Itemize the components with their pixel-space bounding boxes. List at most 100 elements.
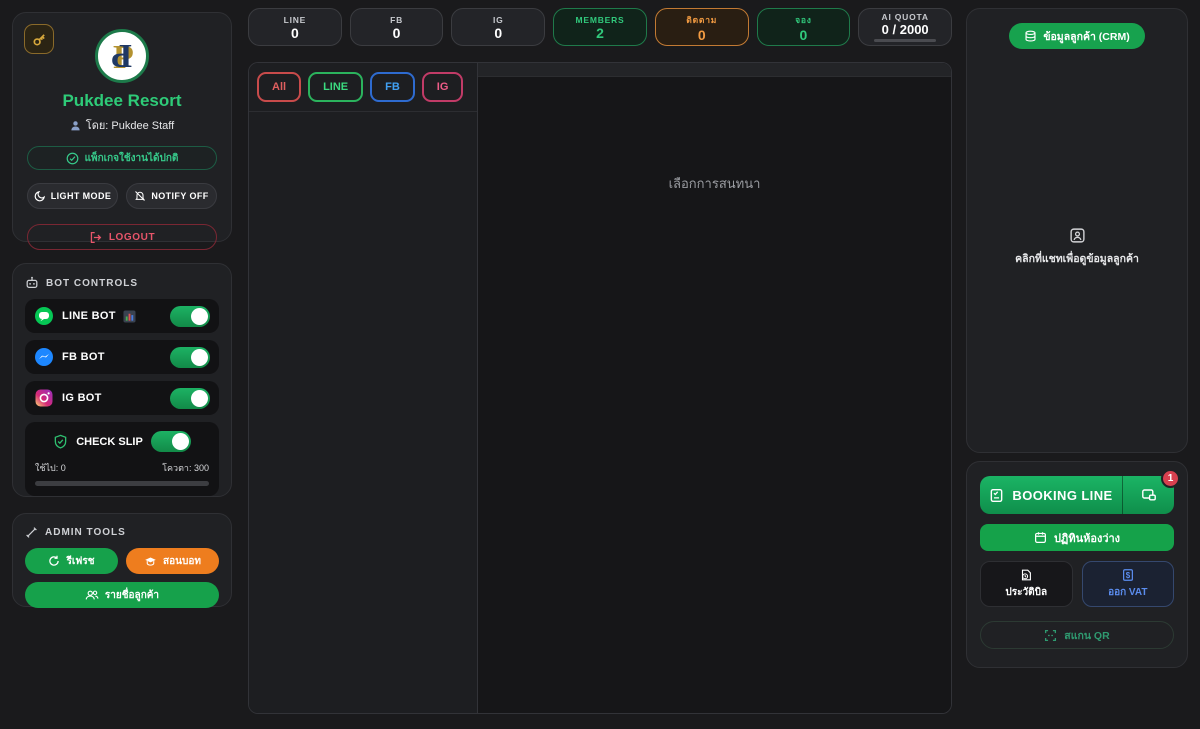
bot-controls-title: BOT CONTROLS: [46, 278, 138, 289]
light-mode-button[interactable]: LIGHT MODE: [27, 183, 118, 209]
stat-followups: ติดตาม 0: [655, 8, 749, 46]
fb-bot-row: FB BOT: [25, 340, 219, 374]
train-bot-label: สอนบอท: [163, 554, 201, 569]
check-slip-label: CHECK SLIP: [76, 436, 143, 448]
booking-line-row: BOOKING LINE 1: [980, 476, 1174, 514]
scan-qr-button[interactable]: สแกน QR: [980, 621, 1174, 649]
robot-icon: [25, 276, 39, 290]
ledger-icon: [989, 488, 1004, 503]
bar-chart-icon: [123, 310, 136, 323]
fb-bot-toggle[interactable]: [170, 347, 210, 368]
user-icon: [70, 120, 81, 131]
chat-view: เลือกการสนทนา: [478, 63, 951, 713]
refresh-button[interactable]: รีเฟรช: [25, 548, 118, 574]
vat-button[interactable]: $ ออก VAT: [1082, 561, 1175, 607]
logout-icon: [89, 231, 102, 244]
check-slip-toggle[interactable]: [151, 431, 191, 452]
graduation-cap-icon: [144, 555, 157, 568]
notify-off-button[interactable]: NOTIFY OFF: [126, 183, 217, 209]
line-bot-toggle[interactable]: [170, 306, 210, 327]
tools-icon: [25, 526, 38, 539]
shield-check-icon: [53, 434, 68, 449]
check-circle-icon: [66, 152, 79, 165]
bot-controls-header: BOT CONTROLS: [25, 276, 219, 290]
stat-followups-value: 0: [698, 28, 706, 42]
stat-followups-label: ติดตาม: [686, 13, 717, 27]
admin-tools-header: ADMIN TOOLS: [25, 526, 219, 539]
slip-quota-text: โควตา: 300: [162, 461, 209, 475]
line-bot-row: LINE BOT: [25, 299, 219, 333]
database-icon: [1024, 30, 1037, 43]
bell-off-icon: [134, 190, 146, 202]
notify-off-label: NOTIFY OFF: [151, 191, 208, 201]
bill-history-button[interactable]: ประวัติบิล: [980, 561, 1073, 607]
check-slip-box: CHECK SLIP ใช้ไป: 0 โควตา: 300: [25, 422, 219, 496]
crm-header-button[interactable]: ข้อมูลลูกค้า (CRM): [1009, 23, 1144, 49]
stat-members-label: MEMBERS: [575, 15, 624, 25]
customer-list-label: รายชื่อลูกค้า: [105, 588, 159, 603]
stats-row: LINE 0 FB 0 IG 0 MEMBERS 2 ติดตาม 0 จอง …: [248, 8, 952, 46]
stat-fb: FB 0: [350, 8, 444, 46]
right-column: ข้อมูลลูกค้า (CRM) คลิกที่แชทเพื่อดูข้อม…: [966, 8, 1188, 668]
conversation-list: All LINE FB IG: [249, 63, 478, 713]
key-icon: [32, 32, 47, 47]
filter-ig-button[interactable]: IG: [422, 72, 464, 102]
stat-ai-quota: AI QUOTA 0 / 2000: [858, 8, 952, 46]
moon-icon: [34, 190, 46, 202]
vat-label: ออก VAT: [1108, 585, 1147, 600]
ig-bot-label: IG BOT: [62, 392, 102, 404]
package-status-text: แพ็กเกจใช้งานได้ปกติ: [85, 151, 179, 166]
staff-name-text: โดย: Pukdee Staff: [86, 116, 174, 134]
conversation-list-empty[interactable]: [249, 112, 477, 713]
stat-line: LINE 0: [248, 8, 342, 46]
stat-ai-quota-label: AI QUOTA: [882, 12, 929, 22]
resort-name: Pukdee Resort: [27, 91, 217, 111]
history-icon: [1019, 568, 1033, 582]
logout-button[interactable]: LOGOUT: [27, 224, 217, 250]
stat-ig-label: IG: [493, 15, 504, 25]
instagram-icon: [34, 388, 54, 408]
stat-fb-label: FB: [390, 15, 403, 25]
train-bot-button[interactable]: สอนบอท: [126, 548, 219, 574]
refresh-label: รีเฟรช: [66, 554, 94, 569]
stat-line-value: 0: [291, 26, 299, 40]
booking-panel: BOOKING LINE 1 ปฏิทินห้องว่าง: [966, 461, 1188, 668]
fb-bot-label: FB BOT: [62, 351, 105, 363]
window-panel-icon: [1141, 487, 1157, 503]
stat-members-value: 2: [596, 26, 604, 40]
slip-used-text: ใช้ไป: 0: [35, 461, 66, 475]
chat-shell: All LINE FB IG เลือกการสนทนา: [248, 62, 952, 714]
stat-bookings-label: จอง: [795, 13, 812, 27]
line-icon: [34, 306, 54, 326]
refresh-icon: [48, 555, 60, 567]
app-root: P P Pukdee Resort โดย: Pukdee Staff แพ็ก…: [0, 0, 1200, 729]
ai-quota-progress-bar: [874, 39, 936, 42]
mode-row: LIGHT MODE NOTIFY OFF: [27, 183, 217, 209]
stat-ig-value: 0: [494, 26, 502, 40]
customer-list-button[interactable]: รายชื่อลูกค้า: [25, 582, 219, 608]
filter-line-button[interactable]: LINE: [308, 72, 363, 102]
api-key-button[interactable]: [24, 24, 54, 54]
svg-text:P: P: [111, 37, 132, 74]
bill-history-label: ประวัติบิล: [1005, 585, 1047, 600]
sidebar: P P Pukdee Resort โดย: Pukdee Staff แพ็ก…: [12, 12, 232, 607]
chat-empty-state: เลือกการสนทนา: [478, 173, 951, 194]
stat-line-label: LINE: [284, 15, 307, 25]
chat-topbar: [478, 63, 951, 77]
stat-ai-quota-value: 0 / 2000: [882, 23, 929, 36]
package-status-pill: แพ็กเกจใช้งานได้ปกติ: [27, 146, 217, 170]
profile-card: P P Pukdee Resort โดย: Pukdee Staff แพ็ก…: [12, 12, 232, 242]
booking-line-label: BOOKING LINE: [1012, 488, 1112, 503]
vacancy-calendar-button[interactable]: ปฏิทินห้องว่าง: [980, 524, 1174, 551]
booking-line-button[interactable]: BOOKING LINE: [980, 476, 1122, 514]
stat-bookings-value: 0: [800, 28, 808, 42]
admin-tools-title: ADMIN TOOLS: [45, 527, 126, 538]
slip-progress-bar: [35, 481, 209, 486]
filter-fb-button[interactable]: FB: [370, 72, 415, 102]
contact-card-icon: [967, 227, 1187, 244]
filter-all-button[interactable]: All: [257, 72, 301, 102]
logout-label: LOGOUT: [109, 232, 155, 243]
stat-fb-value: 0: [393, 26, 401, 40]
ig-bot-toggle[interactable]: [170, 388, 210, 409]
crm-empty-text: คลิกที่แชทเพื่อดูข้อมูลลูกค้า: [967, 250, 1187, 267]
